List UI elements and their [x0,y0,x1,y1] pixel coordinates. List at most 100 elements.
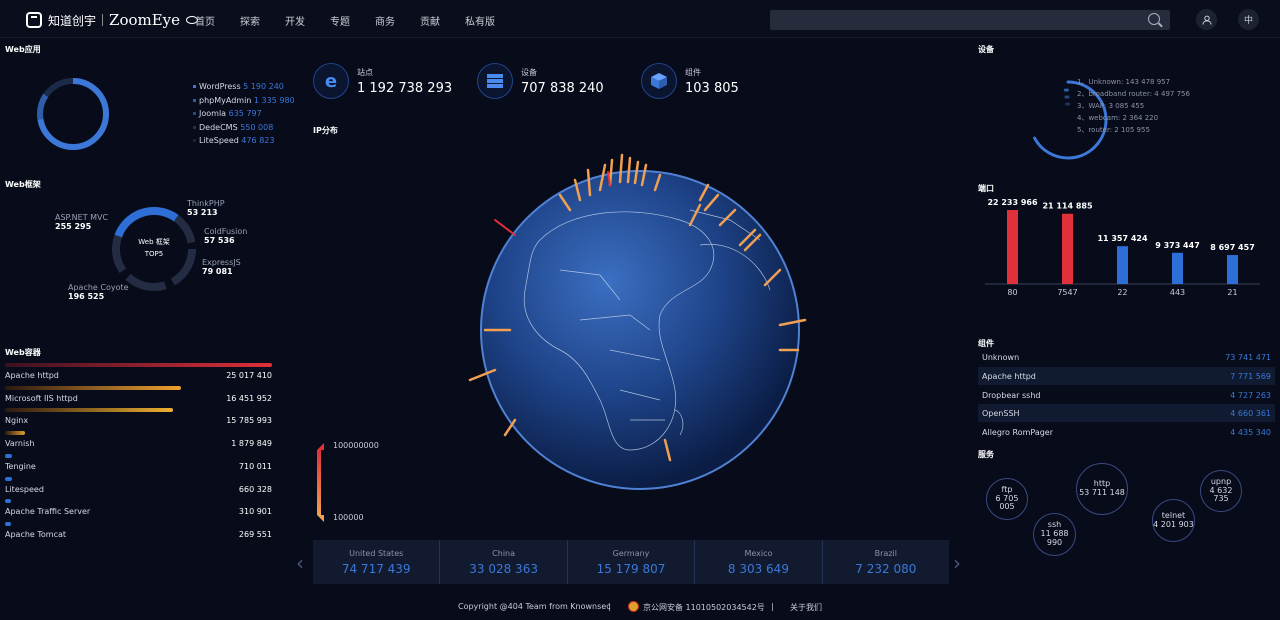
port-bar[interactable] [1007,210,1018,284]
port-value-label: 8 697 457 [1210,243,1255,252]
service-bubble[interactable]: upnp 4 632 735 [1200,470,1242,512]
stat-sites: e 站点 1 192 738 293 [313,62,452,100]
country-item: Germany 15 179 807 [568,540,696,584]
country-value: 74 717 439 [341,562,411,576]
country-name: Germany [612,549,650,558]
country-value: 7 232 080 [855,562,917,576]
service-bubble[interactable]: ssh 11 688 990 [1033,513,1076,556]
web-apps-donut [37,78,109,150]
legend-swatch [193,112,196,116]
port-value-label: 22 233 966 [987,198,1038,207]
ip-scale-bar [317,443,324,522]
legend-swatch [193,125,196,129]
nav-home[interactable]: 首页 [195,13,215,28]
footer-beian-link[interactable]: 京公网安备 11010502034542号 [643,602,765,613]
footer-about-link[interactable]: 关于我们 [790,602,822,613]
user-button[interactable] [1196,9,1217,30]
country-value: 8 303 649 [727,562,789,576]
legend-label: LiteSpeed [199,136,239,146]
component-row[interactable]: Dropbear sshd 4 727 263 [978,386,1275,404]
port-bar[interactable] [1172,252,1183,284]
container-row: Tengine 710 011 [5,453,272,476]
ports-bar-chart: 22 233 966 80 21 114 885 7547 11 357 424 22 9 … [985,192,1260,302]
nav-topics[interactable]: 专题 [330,13,350,28]
container-bar [5,476,12,481]
container-value: 16 451 952 [226,393,272,403]
component-value: 7 771 569 [1230,371,1271,381]
port-category-label: 21 [1227,288,1237,297]
nav-private-edition[interactable]: 私有版 [465,13,495,28]
nav-develop[interactable]: 开发 [285,13,305,28]
component-value: 73 741 471 [1225,352,1271,362]
legend-swatch [193,85,196,89]
legend-item: LiteSpeed 476 823 [193,134,295,148]
component-row[interactable]: Unknown 73 741 471 [978,348,1275,366]
container-name: Varnish [5,439,35,449]
component-value: 4 660 361 [1230,408,1271,418]
legend-swatch [193,98,196,102]
component-value: 4 727 263 [1230,390,1271,400]
main-nav: 首页 探索 开发 专题 商务 贡献 私有版 [195,13,520,28]
nav-explore[interactable]: 探索 [240,13,260,28]
nav-business[interactable]: 商务 [375,13,395,28]
service-bubble[interactable]: ftp 6 705 005 [986,478,1028,520]
country-name: Brazil [874,549,897,558]
container-bar [5,408,174,413]
container-name: Apache httpd [5,371,59,380]
service-bubble[interactable]: telnet 4 201 903 [1152,499,1195,542]
country-name: Mexico [744,549,773,558]
container-name: Apache Traffic Server [5,507,91,517]
country-stats: United States 74 717 439 China 33 028 363 … [313,540,949,584]
container-row: Microsoft IIS httpd 16 451 952 [5,385,272,408]
device-item: 3、WAP: 3 085 455 [1077,102,1145,110]
port-category-label: 443 [1170,288,1185,297]
footer-separator: | [771,602,774,611]
stat-label: 设备 [521,67,537,77]
container-value: 1 879 849 [231,439,272,449]
nav-contribute[interactable]: 贡献 [420,13,440,28]
police-badge-icon [628,601,639,612]
devices-list: 1、Unknown: 143 478 957 2、broadband route… [1077,77,1190,137]
stat-label: 组件 [685,67,701,77]
logo-chinese-text: 知道创宇 [48,13,97,28]
footer-copyright: Copyright @404 Team from Knownsec [458,602,611,611]
next-arrow-icon[interactable]: › [953,553,965,573]
legend-value: 5 190 240 [243,82,284,92]
service-value: 4 632 735 [1209,485,1233,504]
country-value: 15 179 807 [596,562,666,576]
prev-arrow-icon[interactable]: ‹ [296,553,308,573]
container-value: 310 901 [238,507,272,517]
country-item: Mexico 8 303 649 [695,540,823,584]
port-bar[interactable] [1227,255,1238,284]
service-bubble[interactable]: http 53 711 148 [1076,463,1128,515]
stat-value: 707 838 240 [521,80,604,96]
component-row[interactable]: Apache httpd 7 771 569 [978,367,1275,385]
logo-english-text: ZoomEye [109,11,181,29]
top-navigation-bar: 知道创宇 ZoomEye 首页 探索 开发 专题 商务 贡献 私有版 中 [0,0,1280,38]
knownsec-logo-icon [26,12,42,28]
user-icon [1202,15,1211,25]
language-button[interactable]: 中 [1238,9,1259,30]
country-item: Brazil 7 232 080 [823,540,949,584]
container-bar [5,385,182,390]
logo[interactable]: 知道创宇 ZoomEye [26,10,199,30]
framework-label: ThinkPHP 53 213 [187,199,225,218]
component-row[interactable]: OpenSSH 4 660 361 [978,404,1275,422]
search-input[interactable] [770,10,1170,30]
legend-label: DedeCMS [199,122,238,132]
search-icon[interactable] [1148,13,1160,25]
framework-label: ColdFusion 57 536 [204,227,247,246]
container-row: Apache httpd 25 017 410 [5,363,272,385]
container-row: Apache Traffic Server 310 901 [5,499,272,521]
component-row[interactable]: Allegro RomPager 4 435 340 [978,423,1275,441]
container-name: Microsoft IIS httpd [5,393,78,403]
web-framework-title: Web框架 [5,180,41,189]
container-row: Nginx 15 785 993 [5,408,272,430]
port-bar[interactable] [1117,246,1128,284]
port-category-label: 7547 [1057,288,1077,297]
container-bar [5,431,26,436]
port-bar[interactable] [1062,213,1073,284]
framework-value: 53 213 [187,207,218,217]
ip-distribution-globe[interactable] [460,150,820,500]
framework-center-sub: TOP5 [144,249,164,258]
